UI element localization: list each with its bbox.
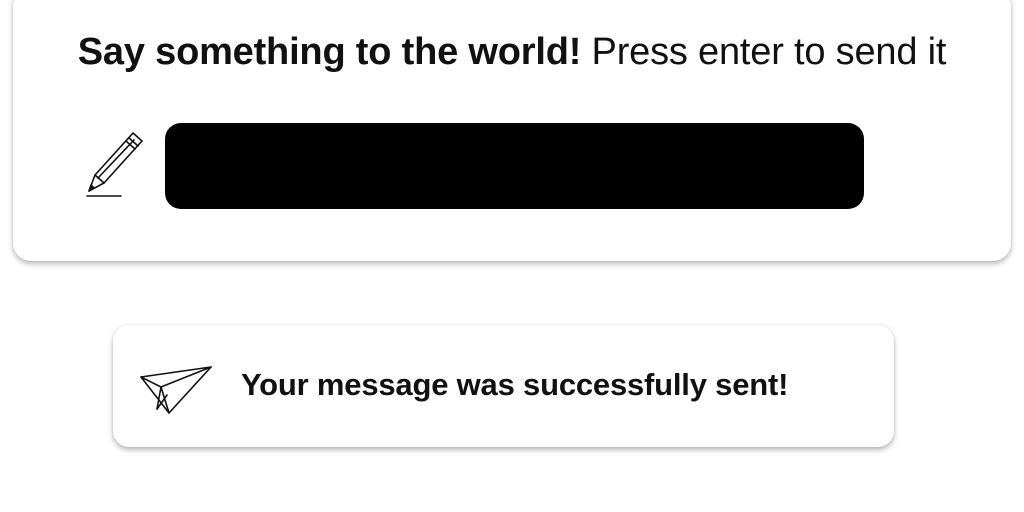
pencil-icon xyxy=(85,131,145,199)
message-input[interactable] xyxy=(165,123,864,209)
compose-heading: Say something to the world! Press enter … xyxy=(13,28,1011,76)
paper-plane-icon xyxy=(139,365,213,415)
success-message: Your message was successfully sent! xyxy=(241,367,789,402)
compose-card: Say something to the world! Press enter … xyxy=(13,0,1011,261)
compose-heading-hint: Press enter to send it xyxy=(591,31,947,73)
success-toast: Your message was successfully sent! xyxy=(113,325,894,447)
page: Say something to the world! Press enter … xyxy=(0,0,1024,512)
compose-heading-bold: Say something to the world! xyxy=(77,31,582,73)
